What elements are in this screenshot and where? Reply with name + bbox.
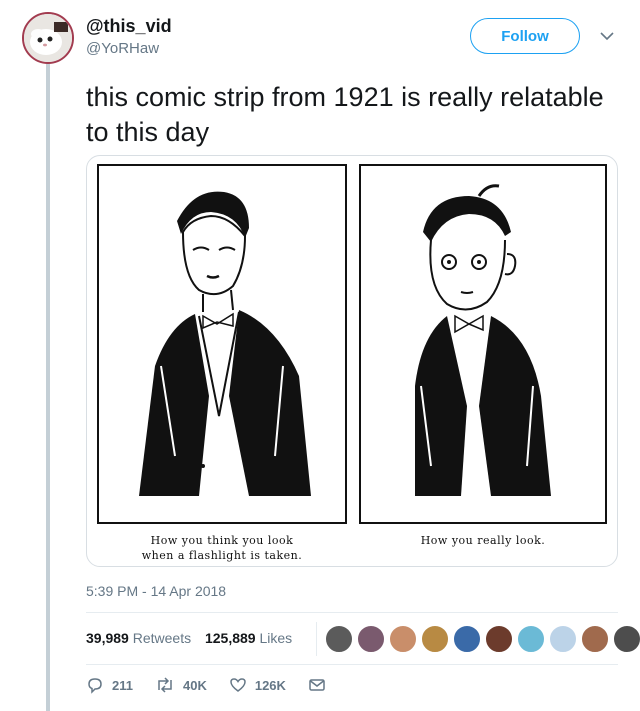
liker-avatar[interactable] xyxy=(357,625,385,653)
retweet-count: 40K xyxy=(182,677,207,693)
engagement-stats: 39,989 Retweets 125,889 Likes xyxy=(86,630,302,646)
likes-label: Likes xyxy=(259,630,293,646)
divider-top xyxy=(86,612,618,613)
liker-avatars xyxy=(316,622,640,656)
liker-avatar[interactable] xyxy=(613,625,640,653)
avatar-image xyxy=(24,14,72,62)
likes-stat[interactable]: 125,889 Likes xyxy=(205,630,292,646)
likes-count: 125,889 xyxy=(204,630,256,646)
tweet-image[interactable]: How you think you look when a flashlight… xyxy=(86,155,618,567)
comic-caption-right: How you really look. xyxy=(420,534,546,547)
envelope-icon xyxy=(309,679,325,691)
comic-illustration-left xyxy=(139,191,311,496)
reply-count: 211 xyxy=(112,677,133,693)
tweet-timestamp[interactable]: 5:39 PM - 14 Apr 2018 xyxy=(86,583,226,599)
thread-line xyxy=(46,62,50,711)
liker-avatar[interactable] xyxy=(517,625,545,653)
tweet-text: this comic strip from 1921 is really rel… xyxy=(86,82,604,147)
liker-avatar[interactable] xyxy=(421,625,449,653)
comic-caption-left-line1: How you think you look xyxy=(150,534,294,547)
comic-panel-right xyxy=(359,164,607,524)
chevron-down-icon[interactable] xyxy=(600,28,614,46)
divider-bottom xyxy=(86,664,618,665)
liker-avatar[interactable] xyxy=(485,625,513,653)
display-name[interactable]: @this_vid xyxy=(86,16,172,37)
reply-button[interactable]: 211 xyxy=(86,676,133,694)
retweet-button[interactable]: 40K xyxy=(155,676,207,694)
reply-icon xyxy=(88,678,102,694)
user-handle[interactable]: @YoRHaw xyxy=(86,40,159,57)
liker-avatar[interactable] xyxy=(549,625,577,653)
comic-illustration-right xyxy=(415,184,551,496)
retweets-count: 39,989 xyxy=(86,630,129,646)
liker-avatar[interactable] xyxy=(581,625,609,653)
liker-avatar[interactable] xyxy=(453,625,481,653)
comic-caption-left: How you think you look when a flashlight… xyxy=(97,533,347,563)
comic-caption-left-line2: when a flashlight is taken. xyxy=(141,549,303,562)
message-button[interactable] xyxy=(308,676,334,694)
retweets-stat[interactable]: 39,989 Retweets xyxy=(86,630,195,646)
avatar[interactable] xyxy=(22,12,74,64)
follow-button[interactable]: Follow xyxy=(470,18,580,54)
retweet-icon xyxy=(158,677,172,693)
retweets-label: Retweets xyxy=(132,630,192,646)
tweet-actions: 211 40K 126K xyxy=(86,676,356,694)
comic-panel-left xyxy=(97,164,347,524)
liker-avatar[interactable] xyxy=(389,625,417,653)
heart-icon xyxy=(230,678,246,692)
like-count: 126K xyxy=(254,677,286,693)
like-button[interactable]: 126K xyxy=(229,676,286,694)
liker-avatar[interactable] xyxy=(325,625,353,653)
